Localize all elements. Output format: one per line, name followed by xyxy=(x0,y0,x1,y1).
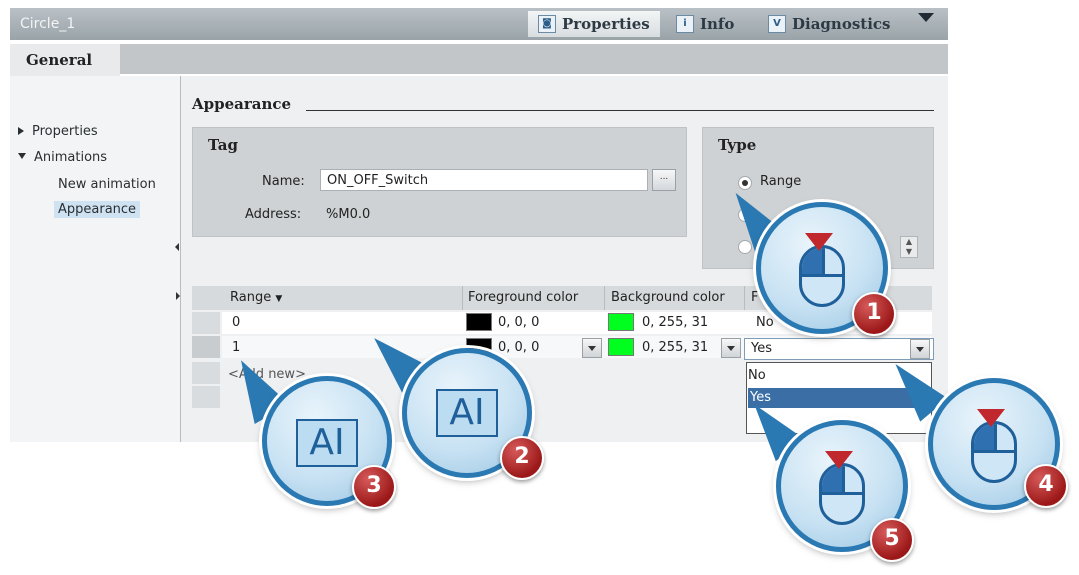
row-header[interactable] xyxy=(192,362,220,385)
row-header xyxy=(192,386,220,409)
step-badge-5: 5 xyxy=(870,518,914,562)
column-header-range-label: Range xyxy=(230,290,272,305)
tab-info-label: Info xyxy=(700,15,735,33)
chevron-down-icon xyxy=(18,153,26,159)
spin-button[interactable]: ▲ ▼ xyxy=(900,236,918,258)
column-header-foreground[interactable]: Foreground color xyxy=(468,290,578,305)
range-cell[interactable]: 1 xyxy=(232,340,240,355)
tag-name-field[interactable]: ON_OFF_Switch xyxy=(320,169,648,191)
range-radio-label: Range xyxy=(760,174,802,189)
properties-icon: ◙ xyxy=(538,15,556,33)
step-badge-4: 4 xyxy=(1024,464,1068,508)
section-title: Appearance xyxy=(192,95,292,113)
step-badge-2: 2 xyxy=(500,436,544,480)
chevron-right-icon xyxy=(18,127,24,135)
column-header-flashing[interactable]: F xyxy=(751,290,758,305)
tab-info[interactable]: i Info xyxy=(676,11,734,37)
background-color-value: 0, 255, 31 xyxy=(642,340,709,355)
background-color-value: 0, 255, 31 xyxy=(642,315,709,330)
tree-item-new-animation[interactable]: New animation xyxy=(58,177,156,192)
browse-button[interactable]: ... xyxy=(652,169,676,191)
info-icon: i xyxy=(676,15,694,33)
type-panel-title: Type xyxy=(718,136,757,154)
background-dropdown-button[interactable] xyxy=(721,338,741,358)
object-title: Circle_1 xyxy=(20,16,76,32)
section-divider xyxy=(306,110,934,111)
range-cell[interactable]: 0 xyxy=(232,315,240,330)
step-badge-3: 3 xyxy=(352,465,396,509)
chevron-down-icon[interactable] xyxy=(918,13,934,22)
address-value: %M0.0 xyxy=(326,207,371,222)
foreground-color-value: 0, 0, 0 xyxy=(498,340,540,355)
text-input-icon: AI xyxy=(436,389,498,437)
address-label: Address: xyxy=(245,207,302,222)
tab-properties[interactable]: ◙ Properties xyxy=(528,11,660,37)
sort-arrow-icon: ▼ xyxy=(275,294,283,304)
column-header-background[interactable]: Background color xyxy=(611,290,725,305)
foreground-color-swatch[interactable] xyxy=(466,313,492,331)
diagnostics-icon: V xyxy=(768,15,786,33)
column-header-range[interactable]: Range ▼ xyxy=(230,290,282,305)
tab-diagnostics[interactable]: V Diagnostics xyxy=(768,11,890,37)
foreground-color-value: 0, 0, 0 xyxy=(498,315,540,330)
row-header[interactable] xyxy=(192,336,220,359)
step-badge-1: 1 xyxy=(852,292,896,336)
tab-properties-label: Properties xyxy=(562,15,650,33)
click-indicator-icon xyxy=(825,451,853,469)
mouse-click-icon xyxy=(819,463,865,525)
tab-strip xyxy=(10,44,948,74)
tree-item-properties-label: Properties xyxy=(32,124,98,139)
column-separator xyxy=(462,286,463,310)
text-input-icon: AI xyxy=(296,419,358,467)
collapse-arrow-icon[interactable] xyxy=(175,243,179,251)
background-color-swatch[interactable] xyxy=(608,313,634,331)
foreground-dropdown-button[interactable] xyxy=(582,338,602,358)
tab-diagnostics-label: Diagnostics xyxy=(792,15,891,33)
tag-panel-title: Tag xyxy=(208,136,238,154)
tree-item-appearance[interactable]: Appearance xyxy=(54,201,141,218)
column-separator xyxy=(744,286,745,310)
mouse-click-icon xyxy=(799,245,845,307)
row-header[interactable] xyxy=(192,312,220,335)
background-color-swatch[interactable] xyxy=(608,338,634,356)
dropdown-option-no[interactable]: No xyxy=(748,368,766,383)
flashing-cell[interactable]: No xyxy=(756,315,774,330)
mouse-click-icon xyxy=(971,421,1017,483)
tree-item-properties[interactable]: Properties xyxy=(18,124,98,139)
column-separator xyxy=(604,286,605,310)
tree-item-animations-label: Animations xyxy=(34,150,108,165)
click-indicator-icon xyxy=(977,409,1005,427)
tag-name-label: Name: xyxy=(262,174,305,189)
tree-item-appearance-label: Appearance xyxy=(54,201,141,218)
click-indicator-icon xyxy=(805,233,833,251)
expand-arrow-icon[interactable] xyxy=(176,292,180,300)
tree-item-animations[interactable]: Animations xyxy=(18,150,107,165)
tab-general[interactable]: General xyxy=(10,44,120,76)
